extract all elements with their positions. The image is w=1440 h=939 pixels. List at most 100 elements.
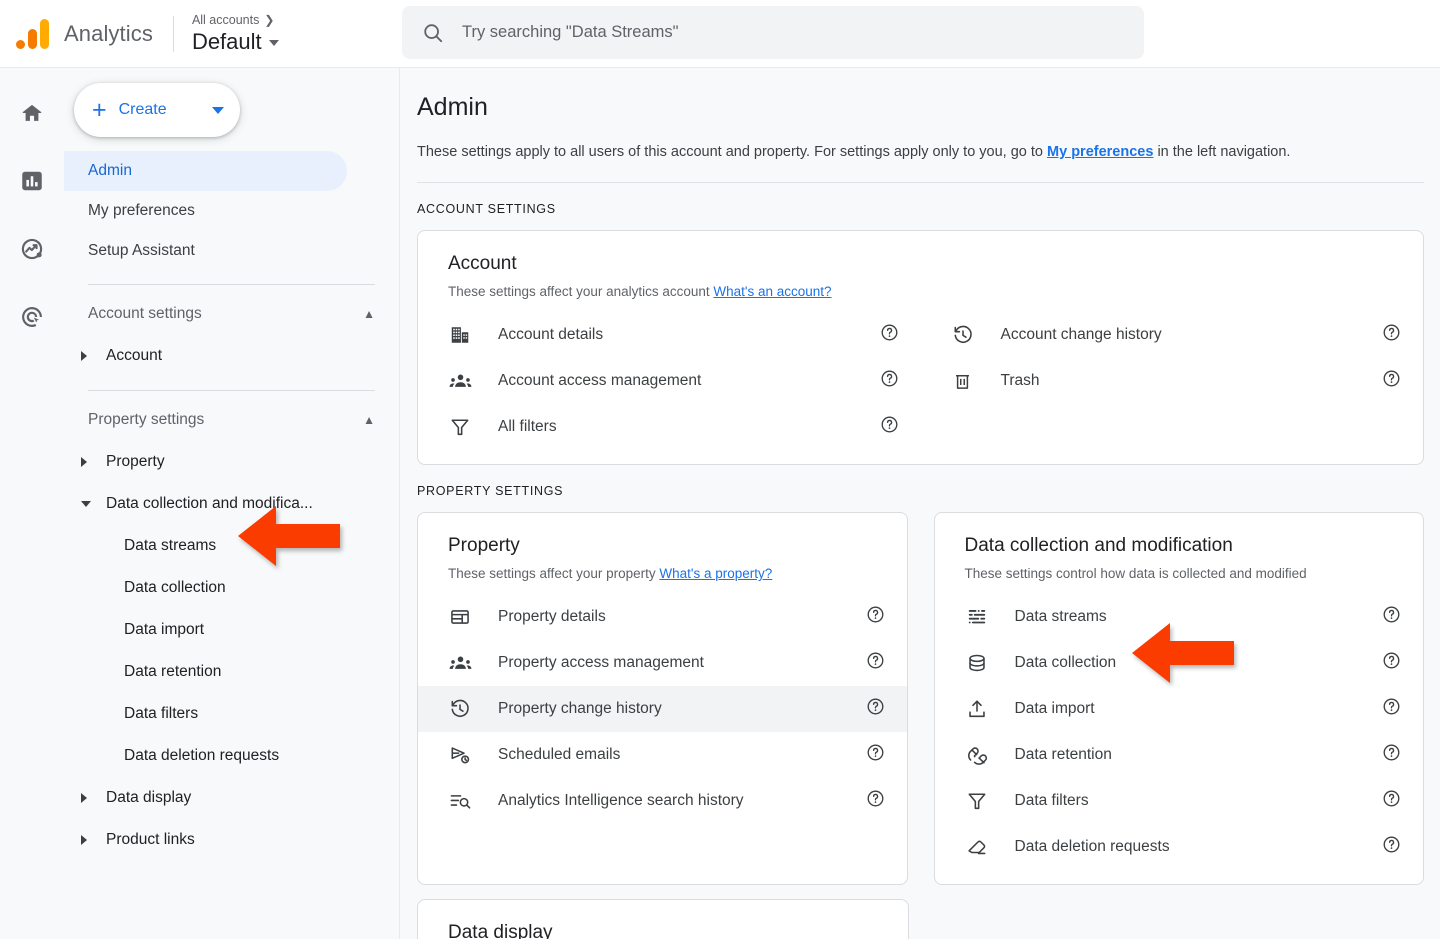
main-content: Admin These settings apply to all users … — [401, 68, 1440, 939]
row-data-filters[interactable]: Data filters — [935, 778, 1424, 824]
help-icon[interactable] — [1382, 743, 1401, 767]
sidebar-item-data-display[interactable]: Data display — [64, 777, 399, 819]
sidebar-item-data-collection[interactable]: Data collection — [64, 567, 399, 609]
rail-item-explore[interactable] — [13, 230, 51, 268]
chevron-down-icon — [269, 40, 279, 46]
card-description: These settings control how data is colle… — [935, 566, 1424, 581]
row-label: Property change history — [498, 700, 662, 718]
row-account-access-management[interactable]: Account access management — [418, 358, 921, 404]
sidebar-item-data-deletion-requests[interactable]: Data deletion requests — [64, 735, 399, 777]
sidebar-item-account[interactable]: Account — [64, 335, 399, 377]
property-card: Property These settings affect your prop… — [417, 512, 908, 885]
property-details-icon — [448, 605, 472, 629]
triangle-right-icon — [81, 351, 87, 361]
row-trash[interactable]: Trash — [921, 358, 1424, 404]
sidebar-group-label: Property settings — [88, 411, 204, 429]
sidebar-item-data-import[interactable]: Data import — [64, 609, 399, 651]
triangle-right-icon — [81, 793, 87, 803]
row-label: Data streams — [1015, 608, 1107, 626]
sidebar-item-setup-assistant[interactable]: Setup Assistant — [64, 231, 347, 271]
help-icon[interactable] — [1382, 835, 1401, 859]
sidebar-divider — [88, 284, 375, 285]
row-account-change-history[interactable]: Account change history — [921, 312, 1424, 358]
page-title: Admin — [417, 93, 1424, 122]
card-title: Data collection and modification — [935, 535, 1424, 557]
search-icon — [422, 22, 444, 44]
account-breadcrumb[interactable]: All accounts ❯ — [192, 12, 279, 28]
row-label: Data deletion requests — [1015, 838, 1170, 856]
help-icon[interactable] — [866, 697, 885, 721]
row-label: All filters — [498, 418, 557, 436]
triangle-right-icon — [81, 457, 87, 467]
arrow-pointing-data-streams-card — [1128, 622, 1238, 684]
account-settings-section-label: ACCOUNT SETTINGS — [417, 202, 1424, 216]
current-account-name[interactable]: Default — [192, 29, 279, 55]
account-name-label: Default — [192, 29, 262, 55]
row-property-change-history[interactable]: Property change history — [418, 686, 907, 732]
help-icon[interactable] — [880, 323, 899, 347]
row-label: Property details — [498, 608, 606, 626]
help-icon[interactable] — [1382, 605, 1401, 629]
help-icon[interactable] — [880, 415, 899, 439]
sidebar-item-label: Data filters — [64, 705, 198, 723]
sidebar-item-data-retention[interactable]: Data retention — [64, 651, 399, 693]
brand-block[interactable]: Analytics — [0, 19, 153, 49]
scheduled-send-icon — [448, 743, 472, 767]
account-card: Account These settings affect your analy… — [417, 230, 1424, 465]
help-icon[interactable] — [880, 369, 899, 393]
chevron-up-icon: ▲ — [363, 413, 375, 427]
trash-icon — [951, 369, 975, 393]
rail-item-advertising[interactable] — [13, 298, 51, 336]
building-icon — [448, 323, 472, 347]
chevron-right-icon: ❯ — [264, 12, 274, 28]
row-account-details[interactable]: Account details — [418, 312, 921, 358]
sidebar-group-property-settings[interactable]: Property settings ▲ — [64, 399, 399, 441]
whats-a-property-link[interactable]: What's a property? — [659, 566, 772, 581]
whats-an-account-link[interactable]: What's an account? — [713, 284, 831, 299]
row-data-deletion-requests[interactable]: Data deletion requests — [935, 824, 1424, 870]
sidebar-item-property[interactable]: Property — [64, 441, 399, 483]
row-property-access-management[interactable]: Property access management — [418, 640, 907, 686]
sidebar-item-data-collection-and-modification[interactable]: Data collection and modifica... — [64, 483, 399, 525]
row-all-filters[interactable]: All filters — [418, 404, 921, 450]
help-icon[interactable] — [866, 789, 885, 813]
brand-name: Analytics — [64, 21, 153, 47]
advertising-target-icon — [19, 304, 45, 330]
row-data-import[interactable]: Data import — [935, 686, 1424, 732]
create-button[interactable]: + Create — [74, 83, 240, 137]
row-scheduled-emails[interactable]: Scheduled emails — [418, 732, 907, 778]
sidebar-item-my-preferences[interactable]: My preferences — [64, 191, 347, 231]
data-collection-and-modification-card: Data collection and modification These s… — [934, 512, 1425, 885]
sidebar-item-label: My preferences — [88, 202, 195, 220]
help-icon[interactable] — [1382, 651, 1401, 675]
help-icon[interactable] — [866, 743, 885, 767]
row-label: Data collection — [1015, 654, 1117, 672]
sidebar-item-product-links[interactable]: Product links — [64, 819, 399, 861]
help-icon[interactable] — [1382, 789, 1401, 813]
sidebar-item-admin[interactable]: Admin — [64, 151, 347, 191]
page-description-after: in the left navigation. — [1153, 144, 1290, 160]
sidebar-group-account-settings[interactable]: Account settings ▲ — [64, 293, 399, 335]
rail-item-home[interactable] — [13, 94, 51, 132]
help-icon[interactable] — [1382, 369, 1401, 393]
row-analytics-intelligence-search-history[interactable]: Analytics Intelligence search history — [418, 778, 907, 824]
help-icon[interactable] — [1382, 323, 1401, 347]
account-selector[interactable]: All accounts ❯ Default — [192, 12, 279, 55]
help-icon[interactable] — [866, 605, 885, 629]
data-display-card: Data display — [417, 899, 909, 939]
sidebar-item-data-streams[interactable]: Data streams — [64, 525, 399, 567]
upload-icon — [965, 697, 989, 721]
row-property-details[interactable]: Property details — [418, 594, 907, 640]
row-data-retention[interactable]: Data retention — [935, 732, 1424, 778]
help-icon[interactable] — [1382, 697, 1401, 721]
divider — [417, 182, 1424, 183]
search-placeholder: Try searching "Data Streams" — [462, 23, 679, 42]
account-card-left-column: Account details — [418, 312, 921, 450]
help-icon[interactable] — [866, 651, 885, 675]
page-description-before: These settings apply to all users of thi… — [417, 144, 1047, 160]
rail-item-reports[interactable] — [13, 162, 51, 200]
sidebar-item-data-filters[interactable]: Data filters — [64, 693, 399, 735]
row-label: Scheduled emails — [498, 746, 620, 764]
my-preferences-link[interactable]: My preferences — [1047, 144, 1153, 160]
search-input[interactable]: Try searching "Data Streams" — [402, 6, 1144, 59]
